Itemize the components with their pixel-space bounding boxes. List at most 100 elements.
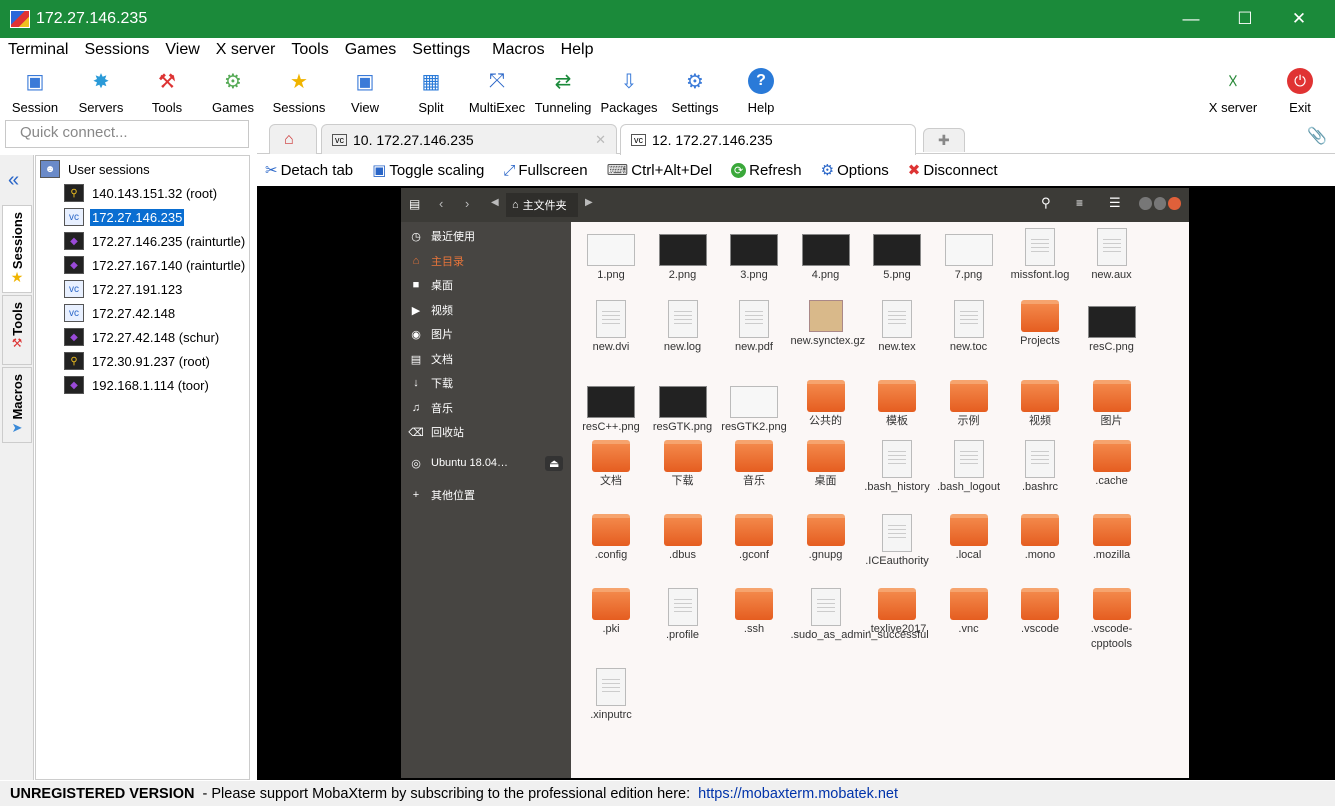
options-button[interactable]: ⚙ Options [821,161,889,180]
remote-sidebar-item[interactable]: ↓ 下载 [401,372,571,394]
toolbar-packages-button[interactable]: ⇩ Packages [596,64,662,116]
toolbar-sessions-button[interactable]: ★ Sessions [266,64,332,116]
disconnect-button[interactable]: ✖ Disconnect [908,161,998,180]
toolbar-xserver-button[interactable]: ☓ X server [1200,64,1266,116]
file-item[interactable]: .vnc [934,588,1004,637]
remote-file-manager[interactable]: ▤ ‹ › ◀ ⌂ 主文件夹 ▶ ⚲ ≡ ☰ ◷ 最近使用 ⌂ 主目录 ■ 桌面 ▶ 视频 ◉ 图… [401,188,1189,778]
file-item[interactable]: 示例 [934,380,1004,429]
path-right-icon[interactable]: ▶ [585,197,593,208]
remote-sidebar-item[interactable]: ▶ 视频 [401,299,571,321]
file-item[interactable]: 音乐 [719,440,789,489]
file-item[interactable]: resGTK2.png [719,380,789,435]
file-item[interactable]: .mozilla [1077,514,1147,563]
file-item[interactable]: .gnupg [791,514,861,563]
tab-session-10[interactable]: vc 10. 172.27.146.235 ✕ [321,124,617,154]
search-icon[interactable]: ⚲ [1041,195,1051,211]
session-item[interactable]: vc 172.27.191.123 [64,278,184,300]
session-item[interactable]: ◆ 172.27.146.235 (rainturtle) [64,230,247,252]
minimize-button[interactable]: — [1164,0,1218,38]
file-item[interactable]: 1.png [576,228,646,283]
path-button[interactable]: ⌂ 主文件夹 [506,193,578,217]
file-item[interactable]: .xinputrc [576,668,646,723]
menu-games[interactable]: Games [337,41,405,59]
file-item[interactable]: resC.png [1077,300,1147,355]
file-item[interactable]: new.dvi [576,300,646,355]
file-item[interactable]: .cache [1077,440,1147,489]
quick-connect-input[interactable]: Quick connect... [5,120,249,148]
ctrl-alt-del-button[interactable]: ⌨ Ctrl+Alt+Del [607,161,713,180]
menu-macros[interactable]: Macros [484,41,552,59]
toolbar-games-button[interactable]: ⚙ Games [200,64,266,116]
menu-tools[interactable]: Tools [283,41,336,59]
file-item[interactable]: .pki [576,588,646,637]
file-item[interactable]: .mono [1005,514,1075,563]
toolbar-help-button[interactable]: ? Help [728,64,794,115]
toolbar-multiexec-button[interactable]: ⤧ MultiExec [464,64,530,116]
file-item[interactable]: 3.png [719,228,789,283]
remote-sidebar-item[interactable]: ⌂ 主目录 [401,250,571,272]
file-item[interactable]: 公共的 [791,380,861,429]
close-tab-icon[interactable]: ✕ [595,132,606,148]
menu-settings[interactable]: Settings [404,41,478,59]
file-item[interactable]: 图片 [1077,380,1147,429]
attachment-icon[interactable]: 📎 [1307,126,1327,146]
session-item[interactable]: ◆ 192.168.1.114 (toor) [64,374,211,396]
toolbar-split-button[interactable]: ▦ Split [398,64,464,116]
toolbar-tunneling-button[interactable]: ⇄ Tunneling [530,64,596,116]
remote-sidebar-item[interactable]: + 其他位置 [401,484,571,506]
session-item[interactable]: ◆ 172.27.42.148 (schur) [64,326,221,348]
file-item[interactable]: .gconf [719,514,789,563]
file-item[interactable]: new.pdf [719,300,789,355]
file-item[interactable]: .ssh [719,588,789,637]
file-item[interactable]: new.aux [1077,228,1147,283]
file-item[interactable]: 下载 [648,440,718,489]
file-item[interactable]: 7.png [934,228,1004,283]
file-item[interactable]: .config [576,514,646,563]
file-item[interactable]: .local [934,514,1004,563]
file-item[interactable]: 4.png [791,228,861,283]
remote-sidebar-item[interactable]: ◷ 最近使用 [401,225,571,247]
session-item[interactable]: ◆ 172.27.167.140 (rainturtle) [64,254,247,276]
toolbar-view-button[interactable]: ▣ View [332,64,398,116]
home-tab[interactable]: ⌂ [269,124,317,154]
menu-terminal[interactable]: Terminal [0,41,76,59]
file-item[interactable]: missfont.log [1005,228,1075,283]
path-left-icon[interactable]: ◀ [491,197,499,208]
file-item[interactable]: 2.png [648,228,718,283]
toolbar-servers-button[interactable]: ✸ Servers [68,64,134,116]
menu-sessions[interactable]: Sessions [76,41,157,59]
file-item[interactable]: 桌面 [791,440,861,489]
file-item[interactable]: 5.png [862,228,932,283]
remote-sidebar-item[interactable]: ♫ 音乐 [401,397,571,419]
menu-x-server[interactable]: X server [208,41,284,59]
remote-maximize-icon[interactable] [1153,197,1167,210]
file-item[interactable]: new.synctex.gz [791,300,865,349]
toolbar-settings-button[interactable]: ⚙ Settings [662,64,728,116]
file-item[interactable]: .sudo_as_admin_successful [791,588,929,643]
collapse-chevron-icon[interactable]: « [8,169,19,192]
file-item[interactable]: resGTK.png [648,380,718,435]
toolbar-session-button[interactable]: ▣ Session [2,64,68,116]
file-item[interactable]: .bashrc [1005,440,1075,495]
app-menu-icon[interactable]: ▤ [409,197,420,211]
file-item[interactable]: .dbus [648,514,718,563]
toolbar-exit-button[interactable]: ⏻ Exit [1267,64,1333,115]
side-tab-tools[interactable]: Tools ⚒ [2,295,32,365]
file-item[interactable]: 视频 [1005,380,1075,429]
remote-sidebar-item[interactable]: ▤ 文档 [401,348,571,370]
file-item[interactable]: .texlive2017 [862,588,932,637]
toolbar-tools-button[interactable]: ⚒ Tools [134,64,200,116]
file-item[interactable]: new.toc [934,300,1004,355]
file-item[interactable]: .bash_history [862,440,932,495]
file-item[interactable]: new.log [648,300,718,355]
view-options-icon[interactable]: ≡ [1076,196,1083,210]
file-item[interactable]: .bash_logout [934,440,1004,495]
remote-sidebar-item[interactable]: ◉ 图片 [401,323,571,345]
file-item[interactable]: .profile [648,588,718,643]
side-tab-macros[interactable]: Macros ➤ [2,367,32,443]
eject-icon[interactable]: ⏏ [545,455,564,471]
side-tab-sessions[interactable]: Sessions ★ [2,205,32,293]
file-item[interactable]: .ICEauthority [862,514,932,569]
file-item[interactable]: resC++.png [576,380,646,435]
file-item[interactable]: 模板 [862,380,932,429]
